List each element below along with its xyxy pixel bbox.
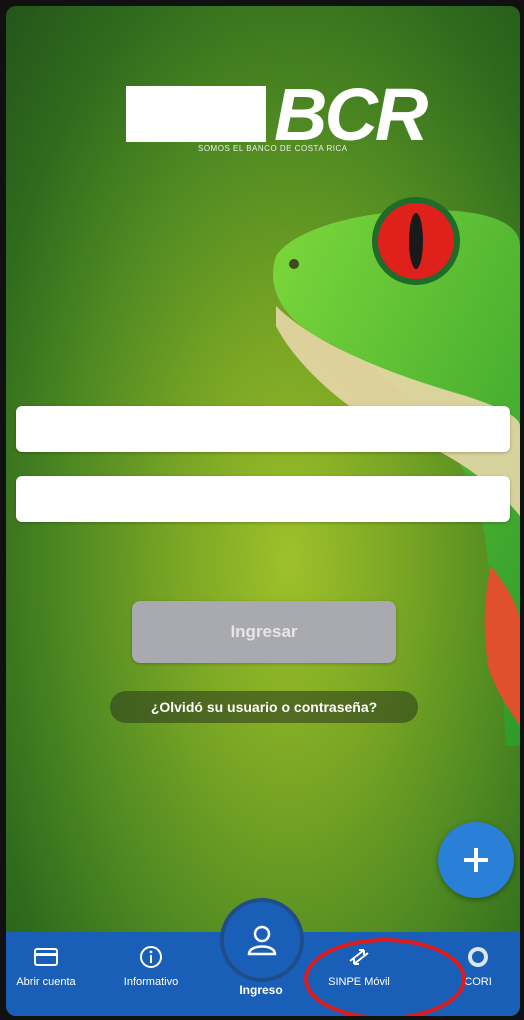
login-screen: BCR SOMOS EL BANCO DE COSTA RICA Ingresa… bbox=[6, 6, 520, 1016]
sinpe-icon bbox=[349, 949, 369, 965]
ingreso-center-button[interactable] bbox=[220, 898, 304, 982]
nav-label: Abrir cuenta bbox=[16, 976, 76, 988]
nav-abrir-cuenta[interactable]: Abrir cuenta bbox=[6, 944, 91, 989]
password-field[interactable] bbox=[16, 476, 510, 522]
user-icon bbox=[247, 925, 277, 956]
logo-block bbox=[126, 86, 266, 142]
nav-sinpe-movil[interactable]: SINPE Móvil bbox=[314, 944, 404, 989]
bcr-logo: BCR SOMOS EL BANCO DE COSTA RICA bbox=[126, 73, 428, 164]
add-fab-button[interactable] bbox=[438, 822, 514, 898]
nav-cori[interactable]: CORI bbox=[433, 944, 520, 989]
logo-tagline: SOMOS EL BANCO DE COSTA RICA bbox=[198, 144, 348, 153]
nav-label: SINPE Móvil bbox=[328, 976, 390, 988]
username-field[interactable] bbox=[16, 406, 510, 452]
forgot-credentials-link[interactable]: ¿Olvidó su usuario o contraseña? bbox=[110, 691, 418, 723]
nav-label: CORI bbox=[464, 976, 492, 988]
cori-icon bbox=[468, 947, 488, 967]
nav-label: Informativo bbox=[123, 976, 179, 988]
nav-label: Ingreso bbox=[239, 983, 283, 997]
login-button[interactable]: Ingresar bbox=[132, 601, 396, 663]
nav-informativo[interactable]: Informativo bbox=[106, 944, 196, 989]
card-icon bbox=[34, 948, 58, 966]
plus-icon bbox=[464, 848, 488, 872]
nav-ingreso[interactable]: Ingreso bbox=[216, 984, 306, 997]
info-icon bbox=[140, 946, 162, 968]
